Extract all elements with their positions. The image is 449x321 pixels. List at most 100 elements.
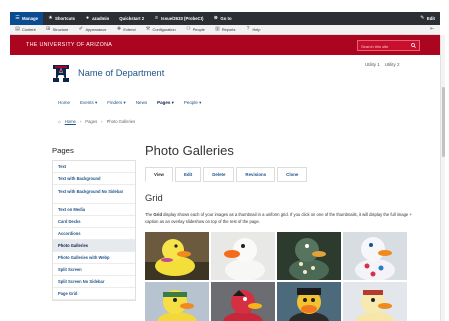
admin-menu: ▤ Content ⊞ Structure ✐ Appearance ✚ Extend … [10,25,440,35]
toolbar-shortcuts-label: Shortcuts [55,16,76,21]
gallery-thumbnail[interactable] [145,282,209,321]
gallery-thumbnail[interactable] [211,232,275,280]
chevron-right-icon: › [101,119,103,124]
tab-revisions[interactable]: Revisions [236,167,276,182]
star-icon: ★ [48,15,53,21]
nav-item-events[interactable]: Events ▾ [80,100,97,106]
people-icon: ⚇ [185,26,191,32]
gallery-thumbnail[interactable] [145,232,209,280]
home-icon: ⌂ [58,119,61,124]
search-icon[interactable] [411,43,416,48]
tab-delete[interactable]: Delete [203,167,235,182]
admin-menu-reports[interactable]: ▥ Reports [210,26,241,33]
sidebar-item-photo-galleries[interactable]: Photo Galleries [53,240,135,252]
help-icon: ? [246,26,250,32]
pencil-icon: ✎ [420,15,425,21]
gallery-thumbnail[interactable] [277,282,341,321]
admin-menu-label: Structure [52,27,69,32]
description-post: display shows each of your images as a t… [145,212,412,224]
toolbar-goto-button[interactable]: ⊕ Go to [208,12,236,25]
page-title: Photo Galleries [145,143,234,158]
toolbar-issue-label: Issue/2633 (ProbeCI) [161,16,204,21]
sidebar-item-text[interactable]: Text [53,161,135,173]
wrench-icon: ✐ [78,26,84,32]
nav-item-home[interactable]: Home [58,100,70,106]
photo-gallery-grid [145,232,409,321]
link-icon: ⊕ [213,15,218,21]
admin-menu-label: Content [22,27,36,32]
toolbar-user-button[interactable]: ● azadmin [80,12,114,25]
admin-menu-label: People [192,27,205,32]
toolbar-issue-button[interactable]: ≡ Issue/2633 (ProbeCI) [149,12,208,25]
page-scrollbar[interactable] [440,35,445,321]
sidebar-item-split-screen[interactable]: Split Screen [53,264,135,276]
sidebar-item-card-decks[interactable]: Card Decks [53,216,135,228]
admin-menu-content[interactable]: ▤ Content [10,26,41,33]
gallery-description: The Grid display shows each of your imag… [145,211,418,225]
sidebar-item-text-with-background-no-sidebar[interactable]: Text with Background No Sidebar [53,185,135,204]
admin-menu-people[interactable]: ⚇ People [181,26,210,33]
toolbar-goto-label: Go to [220,16,232,21]
nav-item-people[interactable]: People ▾ [184,100,202,106]
nav-item-finders[interactable]: Finders ▾ [107,100,126,106]
sidebar-item-split-screen-no-sidebar[interactable]: Split Screen No Sidebar [53,276,135,288]
toolbar-edit-button[interactable]: ✎ Edit [415,12,440,25]
structure-icon: ⊞ [46,26,51,32]
chart-icon: ▥ [214,26,220,32]
breadcrumb: ⌂ Home › Pages › Photo Galleries [58,119,135,124]
gallery-thumbnail[interactable] [277,232,341,280]
content-icon: ▤ [15,26,20,32]
nav-item-pages[interactable]: Pages ▾ [157,100,174,106]
sidebar-item-text-on-media[interactable]: Text on Media [53,204,135,216]
puzzle-icon: ✚ [116,26,122,32]
scrollbar-thumb[interactable] [442,87,445,157]
sidebar-item-photo-galleries-webp[interactable]: Photo Galleries with Webp [53,252,135,264]
gallery-thumbnail[interactable] [343,282,407,321]
breadcrumb-item[interactable]: Pages [85,119,97,124]
toolbar-shortcuts-button[interactable]: ★ Shortcuts [43,12,80,25]
sidebar-menu: Text Text with Background Text with Back… [52,160,136,301]
admin-menu-configuration[interactable]: ⚒ Configuration [141,26,181,33]
section-heading: Grid [145,192,163,203]
sidebar-item-accordions[interactable]: Accordions [53,228,135,240]
admin-menu-orientation-toggle[interactable]: ⇤ [425,27,440,32]
university-a-logo[interactable] [52,64,70,83]
admin-menu-label: Configuration [152,27,176,32]
toolbar-manage-button[interactable]: ☰ Manage [10,12,43,25]
admin-menu-structure[interactable]: ⊞ Structure [41,26,74,33]
toolbar-user-label: azadmin [92,16,110,21]
hamburger-icon: ☰ [15,15,20,21]
breadcrumb-home[interactable]: Home [65,119,76,124]
admin-menu-extend[interactable]: ✚ Extend [111,26,140,33]
admin-menu-help[interactable]: ? Help [240,26,265,33]
admin-toolbar: ☰ Manage ★ Shortcuts ● azadmin Quickstar… [10,12,440,25]
utility-link[interactable]: Utility 1 [365,62,380,67]
admin-menu-label: Help [252,27,261,32]
sidebar-heading: Pages [52,146,74,155]
department-name[interactable]: Name of Department [78,68,164,78]
nav-item-news[interactable]: News [136,100,147,106]
admin-menu-appearance[interactable]: ✐ Appearance [73,26,111,33]
admin-menu-label: Reports [221,27,236,32]
breadcrumb-current: Photo Galleries [106,119,136,124]
local-tasks: View Edit Delete Revisions Clone [145,167,309,182]
tab-edit[interactable]: Edit [174,167,202,182]
gallery-thumbnail[interactable] [211,282,275,321]
sidebar-item-text-with-background[interactable]: Text with Background [53,173,135,185]
user-icon: ● [86,15,90,21]
toolbar-quickstart-label: Quickstart 2 [119,16,145,21]
admin-menu-label: Appearance [85,27,107,32]
main-nav: Home Events ▾ Finders ▾ News Pages ▾ Peo… [58,100,211,106]
admin-menu-label: Extend [123,27,136,32]
utility-link[interactable]: Utility 2 [385,62,400,67]
orientation-icon: ⇤ [430,26,435,32]
tab-clone[interactable]: Clone [277,167,308,182]
gallery-thumbnail[interactable] [343,232,407,280]
university-wordmark[interactable]: THE UNIVERSITY OF ARIZONA [26,42,112,48]
toolbar-quickstart-button[interactable]: Quickstart 2 [114,12,149,25]
tab-view[interactable]: View [145,167,173,182]
bars-icon: ≡ [155,15,159,21]
sidebar-item-page-grid[interactable]: Page Grid [53,288,135,300]
wrench-icon: ⚒ [145,26,151,32]
utility-links: Utility 1 Utility 2 [365,62,400,67]
